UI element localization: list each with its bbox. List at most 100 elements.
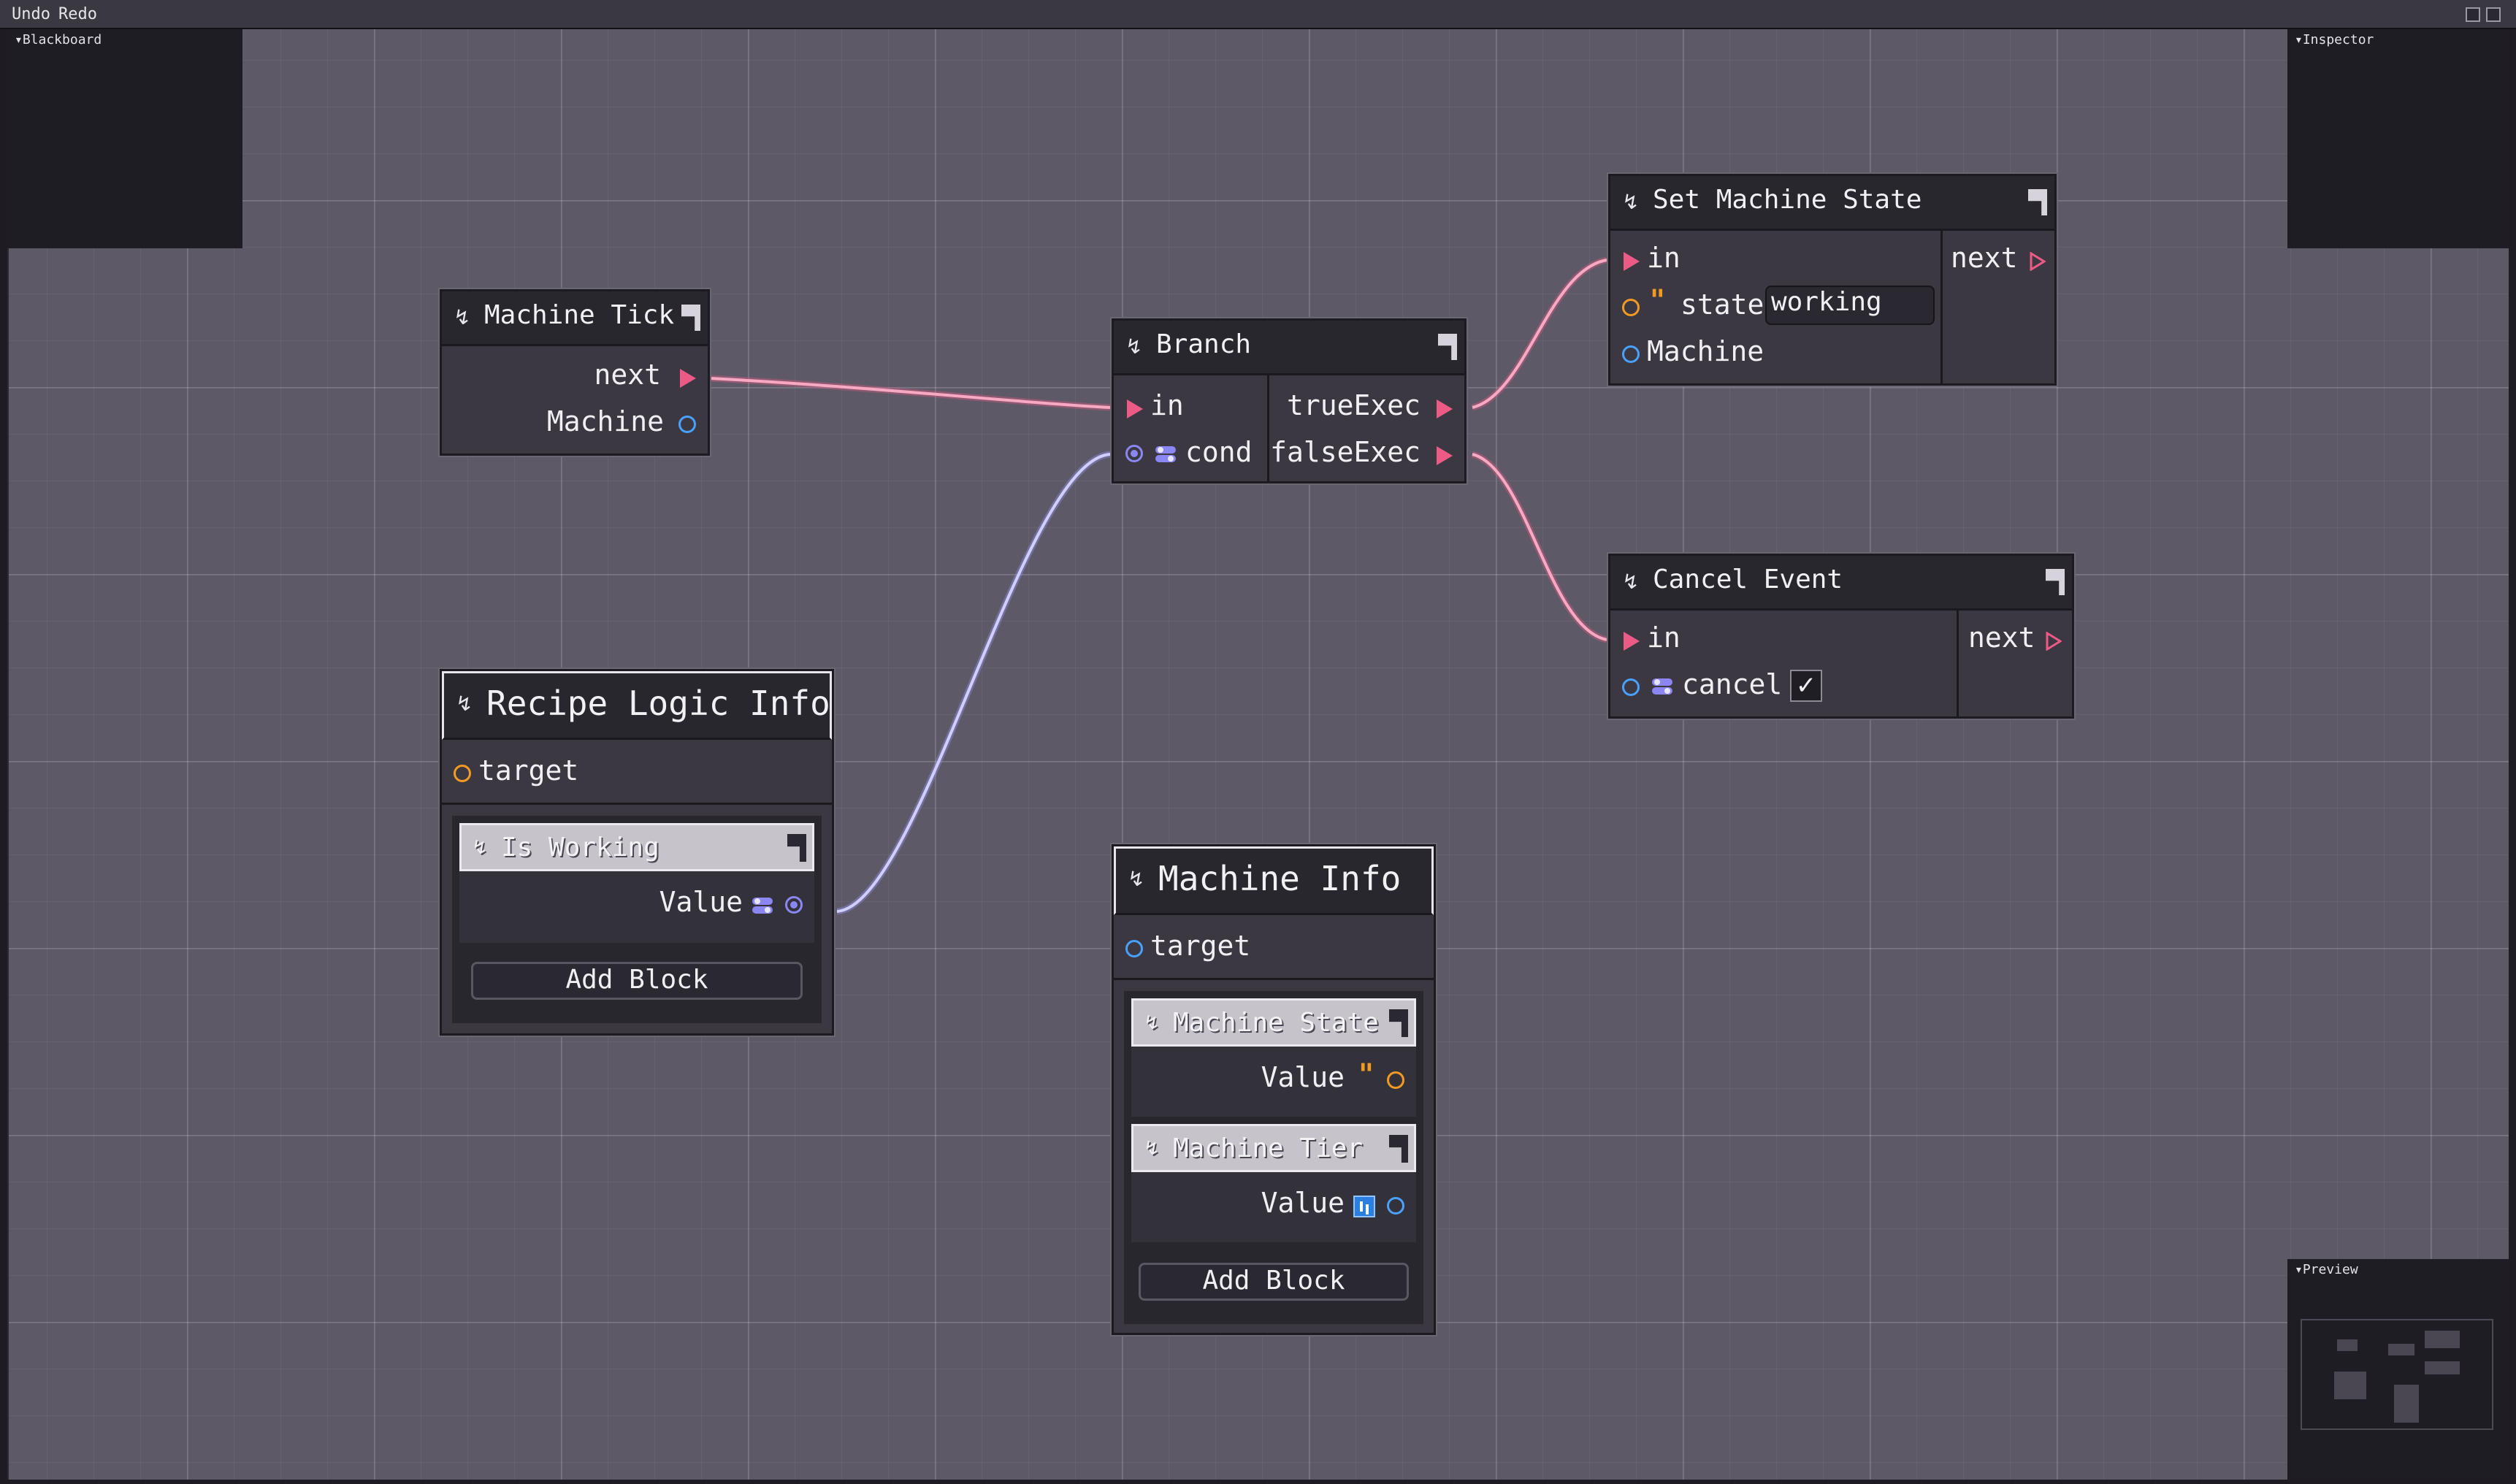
bookmark-icon[interactable]	[1438, 334, 1457, 360]
string-input-port-icon[interactable]	[1622, 299, 1640, 316]
settings-icon[interactable]	[2486, 7, 2501, 22]
bool-type-icon	[1652, 678, 1672, 695]
node-type-icon: ↯	[456, 692, 473, 716]
block-list: ↯ Machine State Value " ↯ Machine Tier V…	[1124, 991, 1423, 1324]
bookmark-icon[interactable]	[2046, 569, 2065, 595]
node-header[interactable]: ↯ Recipe Logic Info	[442, 671, 832, 740]
bool-type-icon	[1155, 446, 1176, 462]
exec-input-port-icon[interactable]	[1624, 252, 1640, 271]
port-divider	[1267, 373, 1269, 481]
block-type-icon: ↯	[1144, 1138, 1160, 1160]
port-label-next: next	[594, 359, 661, 391]
block-type-icon: ↯	[1144, 1012, 1160, 1034]
block-type-icon: ↯	[472, 837, 488, 859]
port-label-value: Value	[1261, 1187, 1345, 1219]
bool-type-icon	[752, 898, 773, 914]
bool-input-port-icon[interactable]	[1125, 445, 1143, 462]
node-title: Set Machine State	[1653, 185, 1922, 215]
block-title: Machine Tier	[1173, 1133, 1364, 1163]
exec-input-port-icon[interactable]	[1127, 399, 1143, 418]
minimap-node	[2425, 1361, 2460, 1374]
node-title: Cancel Event	[1653, 565, 1843, 594]
minimap[interactable]	[2301, 1319, 2493, 1430]
preview-title[interactable]: ▾Preview	[2295, 1262, 2358, 1277]
block-title: Machine State	[1173, 1008, 1379, 1038]
node-type-icon: ↯	[1125, 334, 1143, 359]
minimap-node	[2425, 1331, 2460, 1348]
block-list: ↯ Is Working Value Add Block	[452, 816, 822, 1023]
node-set-machine-state[interactable]: ↯ Set Machine State in " state working M…	[1608, 174, 2057, 386]
port-label-target: target	[478, 754, 579, 787]
integer-type-icon	[1353, 1196, 1375, 1217]
object-input-port-icon[interactable]	[1622, 345, 1640, 363]
node-type-icon: ↯	[1622, 190, 1640, 214]
bool-output-port-icon[interactable]	[785, 896, 803, 914]
port-divider	[1957, 608, 1959, 716]
port-label-in: in	[1647, 621, 1680, 654]
block-machine-state[interactable]: ↯ Machine State	[1131, 998, 1416, 1047]
top-toolbar: Undo Redo	[0, 0, 2516, 29]
redo-button[interactable]: Redo	[58, 4, 97, 25]
bookmark-icon[interactable]	[1389, 1009, 1408, 1037]
port-label-target: target	[1150, 930, 1251, 962]
exec-output-port-icon[interactable]	[2046, 632, 2062, 651]
port-label-value: Value	[1261, 1061, 1345, 1093]
object-input-port-icon[interactable]	[454, 765, 471, 782]
port-label-trueexec: trueExec	[1286, 389, 1420, 421]
add-block-button[interactable]: Add Block	[471, 962, 803, 1000]
blackboard-title[interactable]: ▾Blackboard	[15, 32, 102, 47]
add-block-button[interactable]: Add Block	[1139, 1263, 1409, 1301]
node-recipe-logic-info[interactable]: ↯ Recipe Logic Info target ↯ Is Working …	[440, 669, 834, 1036]
blackboard-panel: ▾Blackboard	[7, 29, 242, 248]
port-divider	[1940, 229, 1943, 383]
state-input-field[interactable]: working	[1765, 286, 1935, 325]
inspector-title[interactable]: ▾Inspector	[2295, 32, 2374, 47]
exec-input-port-icon[interactable]	[1624, 632, 1640, 651]
node-header[interactable]: ↯ Branch	[1114, 321, 1464, 375]
node-title: Recipe Logic Info	[486, 684, 830, 723]
graph-editor-window: Undo Redo ▾Blackboard ▾Inspector ▾Previe…	[0, 0, 2516, 1484]
minimap-node	[2394, 1385, 2419, 1423]
port-label-in: in	[1647, 242, 1680, 274]
string-type-icon: "	[1358, 1058, 1374, 1092]
bookmark-icon[interactable]	[681, 305, 700, 331]
exec-output-port-icon[interactable]	[1437, 399, 1453, 418]
port-label-cond: cond	[1185, 436, 1253, 468]
node-header[interactable]: ↯ Machine Tick	[442, 291, 708, 346]
node-header[interactable]: ↯ Machine Info	[1114, 846, 1434, 915]
block-machine-tier[interactable]: ↯ Machine Tier	[1131, 1124, 1416, 1172]
node-title: Machine Tick	[484, 300, 675, 330]
object-output-port-icon[interactable]	[678, 416, 696, 433]
bookmark-icon[interactable]	[787, 834, 806, 862]
object-input-port-icon[interactable]	[1125, 940, 1143, 957]
exec-output-port-icon[interactable]	[680, 369, 696, 388]
node-title: Machine Info	[1158, 859, 1402, 898]
undo-button[interactable]: Undo	[12, 4, 50, 25]
node-header[interactable]: ↯ Cancel Event	[1610, 556, 2072, 611]
node-cancel-event[interactable]: ↯ Cancel Event in cancel ✓ next	[1608, 554, 2074, 719]
bookmark-icon[interactable]	[2028, 189, 2047, 215]
window-control-icon[interactable]	[2466, 7, 2480, 22]
node-header[interactable]: ↯ Set Machine State	[1610, 176, 2054, 231]
node-title: Branch	[1156, 329, 1252, 359]
node-type-icon: ↯	[1128, 867, 1145, 891]
string-type-icon: "	[1650, 284, 1665, 318]
bool-input-port-icon[interactable]	[1622, 678, 1640, 696]
cancel-checkbox[interactable]: ✓	[1790, 670, 1822, 702]
node-machine-tick[interactable]: ↯ Machine Tick next Machine	[440, 289, 710, 456]
block-is-working[interactable]: ↯ Is Working	[459, 823, 814, 871]
node-machine-info[interactable]: ↯ Machine Info target ↯ Machine State Va…	[1112, 844, 1436, 1335]
port-label-next: next	[1951, 242, 2018, 274]
node-type-icon: ↯	[454, 305, 471, 329]
bookmark-icon[interactable]	[1389, 1135, 1408, 1163]
section-divider	[442, 803, 832, 805]
exec-output-port-icon[interactable]	[2030, 252, 2046, 271]
string-output-port-icon[interactable]	[1387, 1071, 1404, 1089]
port-label-falseexec: falseExec	[1270, 436, 1420, 468]
exec-output-port-icon[interactable]	[1437, 446, 1453, 465]
block-machine-state-ports: Value "	[1131, 1047, 1416, 1117]
node-type-icon: ↯	[1622, 570, 1640, 594]
minimap-node	[2388, 1344, 2414, 1355]
integer-output-port-icon[interactable]	[1387, 1197, 1404, 1215]
node-branch[interactable]: ↯ Branch in cond trueExec falseExec	[1112, 318, 1467, 483]
